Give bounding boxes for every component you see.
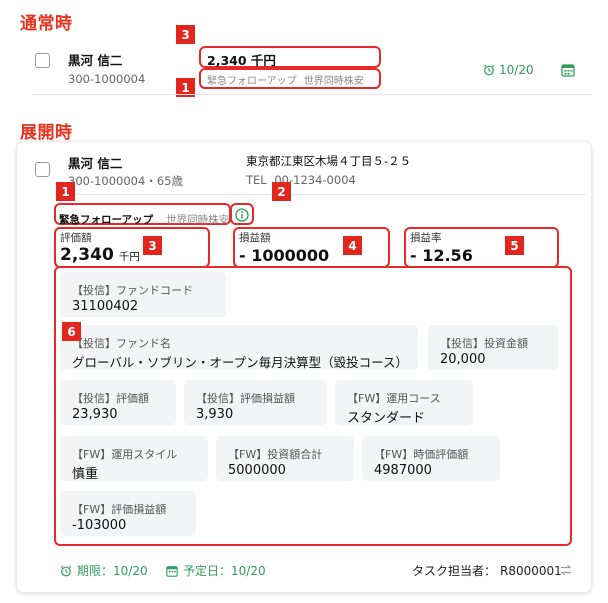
customer-name[interactable]: 黒河 信二 [68,50,122,69]
pl-label: 損益額 [239,232,271,244]
expanded-tag-main: 緊急フォローアップ [59,214,154,226]
footer-assignee: タスク担当者： R8000001 [412,562,562,579]
annotation-marker-2: 2 [272,182,291,201]
field-label: 【投信】ファンド名 [72,337,171,350]
valuation-metric: 2,340 千円 [60,245,140,265]
footer-scheduled[interactable]: 予定日：10/20 [166,562,266,579]
deadline-date: 10/20 [499,63,534,77]
normal-section-title: 通常時 [20,14,73,34]
customer-tel: TEL 00-1234-0004 [246,173,356,187]
field-fw-style: 【FW】運用スタイル 慎重 [60,436,208,482]
valuation-metric-value: 2,340 [60,245,114,265]
field-fw-valuation-pl: 【FW】評価損益額 -103000 [60,491,196,536]
annotation-marker-4: 4 [343,236,362,255]
customer-id: 300-1000004 [68,72,146,86]
field-value: 5000000 [228,463,286,478]
annotation-marker-1b: 1 [56,182,75,201]
field-value: -103000 [72,518,127,533]
info-icon[interactable] [235,207,249,226]
field-value: 31100402 [72,299,139,314]
field-fund-code: 【投信】ファンドコード 31100402 [60,272,226,317]
field-value: 慎重 [72,467,99,482]
footer-scheduled-text: 予定日：10/20 [183,564,266,578]
field-label: 【FW】評価損益額 [72,503,167,516]
tel-prefix: TEL [246,173,267,187]
field-value: 3,930 [196,407,234,422]
field-valuation-pl: 【投信】評価損益額 3,930 [184,380,327,425]
tag-sub: 世界同時株安 [303,76,364,87]
field-fw-total-investment: 【FW】投資額合計 5000000 [216,436,354,481]
assignee-id: R8000001 [500,563,562,578]
valuation-value: 2,340 千円 [207,53,276,68]
field-label: 【FW】運用スタイル [72,448,178,461]
field-fw-course: 【FW】運用コース スタンダード [335,380,473,426]
annotation-marker-3: 3 [176,25,195,44]
tag-main: 緊急フォローアップ [207,76,297,87]
footer-deadline-text: 期限：10/20 [77,564,148,578]
annotation-marker-3b: 3 [143,236,162,255]
field-valuation: 【投信】評価額 23,930 [60,380,176,425]
alarm-clock-icon [483,64,495,76]
header-divider [68,194,586,195]
footer-deadline: 期限：10/20 [60,562,148,579]
row-divider [32,94,592,95]
field-label: 【投信】評価額 [72,392,149,405]
customer-id-age: 300-1000004・65歳 [68,174,183,188]
field-value: 4987000 [374,463,432,478]
pl-value: - 1000000 [239,246,330,265]
field-label: 【FW】運用コース [347,392,441,405]
field-label: 【投信】ファンドコード [72,284,193,297]
expanded-tag-line: 緊急フォローアップ 世界同時株安 [59,208,229,227]
alarm-clock-icon [60,565,72,576]
rate-label: 損益率 [410,232,442,244]
field-value: スタンダード [347,411,426,426]
tag-line: 緊急フォローアップ 世界同時株安 [207,72,364,87]
row-checkbox[interactable] [35,53,50,68]
expanded-section-title: 展開時 [20,123,73,143]
annotation-marker-5: 5 [505,236,524,255]
field-fw-market-value: 【FW】時価評価額 4987000 [362,436,500,481]
field-label: 【FW】投資額合計 [228,448,323,461]
expanded-row-checkbox[interactable] [35,162,50,177]
rate-value: - 12.56 [410,246,473,265]
calendar-icon [166,565,178,577]
customer-address: 東京都江東区木場４丁目５-２５ [246,154,412,168]
field-label: 【FW】時価評価額 [374,448,469,461]
field-value: グローバル・ソブリン・オープン毎月決算型（毀投コース） [72,355,409,370]
swap-arrows-icon[interactable] [559,562,573,581]
valuation-metric-unit: 千円 [118,251,140,263]
field-value: 20,000 [440,352,486,367]
field-label: 【投信】投資金額 [440,337,528,350]
field-value: 23,930 [72,407,118,422]
field-fund-name: 【投信】ファンド名 グローバル・ソブリン・オープン毎月決算型（毀投コース） [60,325,418,370]
deadline: 10/20 [483,63,534,77]
field-label: 【投信】評価損益額 [196,392,295,405]
annotation-marker-6: 6 [62,322,81,341]
calendar-icon[interactable] [561,62,575,81]
expanded-customer-name[interactable]: 黒河 信二 [68,153,122,172]
field-investment-amount: 【投信】投資金額 20,000 [428,325,558,370]
expanded-tag-sub: 世界同時株安 [166,214,230,226]
assignee-label: タスク担当者： [412,564,497,578]
valuation-label: 評価額 [60,232,92,244]
